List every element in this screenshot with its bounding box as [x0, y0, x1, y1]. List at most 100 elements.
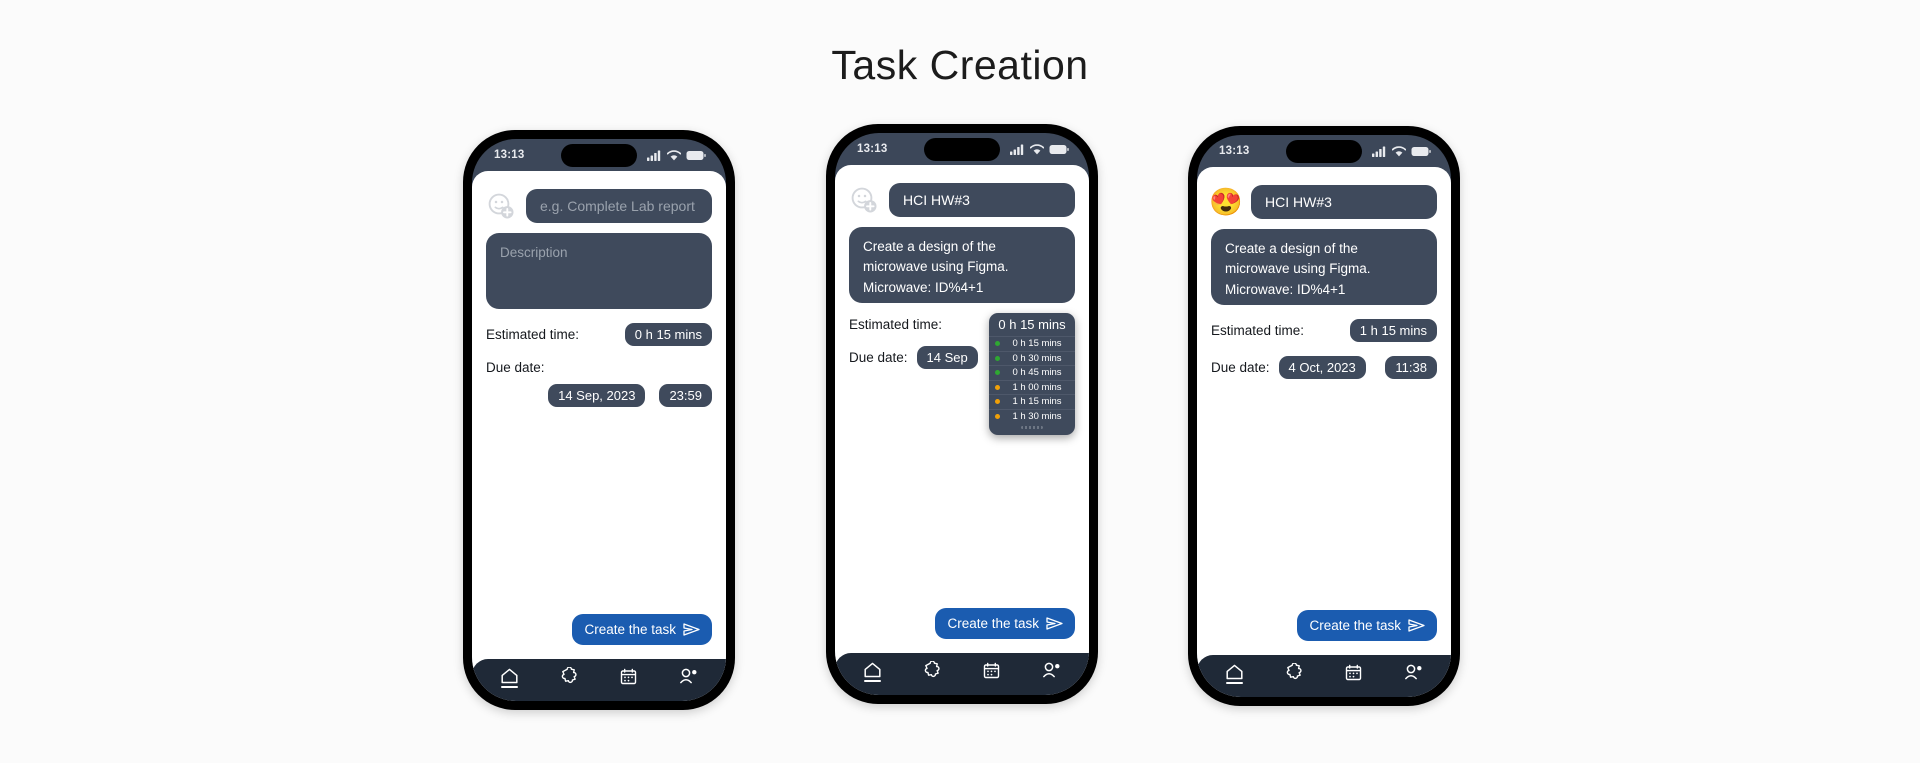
status-dot	[995, 355, 1000, 361]
estimated-time-row-2: Estimated time: 0 h 15 mins 0 h 15 mins …	[849, 313, 1075, 435]
dropdown-option-label: 0 h 15 mins	[1012, 338, 1062, 350]
dropdown-option[interactable]: 0 h 45 mins	[989, 365, 1075, 380]
due-date-chip[interactable]: 14 Sep, 2023	[548, 384, 646, 407]
selected-emoji: 😍	[1209, 186, 1243, 217]
signal-icon	[1372, 146, 1387, 157]
send-icon	[1046, 617, 1063, 630]
bottom-nav-3	[1197, 655, 1451, 697]
nav-active-indicator	[1226, 682, 1244, 684]
estimated-time-row-1: Estimated time: 0 h 15 mins	[486, 323, 712, 346]
calendar-icon	[1345, 664, 1362, 681]
nav-item-calendar[interactable]	[972, 662, 1012, 683]
screen-3: 😍 HCI HW#3 Create a design of the microw…	[1197, 167, 1451, 697]
puzzle-icon	[1285, 663, 1304, 681]
status-time: 13:13	[1219, 145, 1250, 157]
task-description-input[interactable]: Create a design of the microwave using F…	[849, 227, 1075, 303]
signal-icon	[1010, 144, 1025, 155]
add-emoji-icon[interactable]	[486, 191, 516, 221]
dropdown-option-label: 0 h 30 mins	[1012, 352, 1062, 364]
page-title: Task Creation	[831, 42, 1089, 88]
due-date-row-1: Due date:	[486, 360, 712, 375]
battery-icon	[1049, 144, 1069, 155]
due-date-chip[interactable]: 4 Oct, 2023	[1278, 356, 1366, 379]
estimated-time-chip[interactable]: 0 h 15 mins	[624, 323, 712, 346]
dropdown-option-label: 0 h 45 mins	[1012, 367, 1062, 379]
create-task-button[interactable]: Create the task	[935, 608, 1075, 639]
signal-icon	[647, 150, 662, 161]
heart-eyes-emoji[interactable]: 😍	[1209, 186, 1243, 217]
status-bar-1: 13:13	[472, 139, 726, 171]
due-date-values-1: 14 Sep, 2023 23:59	[486, 384, 712, 407]
person-icon	[1404, 664, 1423, 680]
dropdown-option[interactable]: 1 h 15 mins	[989, 394, 1075, 409]
title-row-1: e.g. Complete Lab report	[486, 189, 712, 223]
dropdown-option[interactable]: 1 h 00 mins	[989, 379, 1075, 395]
add-emoji-icon[interactable]	[849, 185, 879, 215]
bottom-nav-2	[835, 653, 1089, 695]
create-task-button[interactable]: Create the task	[572, 614, 712, 645]
calendar-icon	[983, 662, 1000, 679]
home-icon	[1225, 664, 1244, 680]
battery-icon	[686, 150, 706, 161]
dropdown-option[interactable]: 1 h 30 mins	[989, 408, 1075, 424]
due-date-label: Due date:	[1211, 360, 1270, 375]
title-row-3: 😍 HCI HW#3	[1209, 185, 1437, 219]
task-description-input[interactable]: Description	[486, 233, 712, 309]
task-description-input[interactable]: Create a design of the microwave using F…	[1211, 229, 1437, 305]
dropdown-option-label: 1 h 00 mins	[1012, 381, 1062, 393]
puzzle-icon	[923, 661, 942, 679]
estimated-time-dropdown[interactable]: 0 h 15 mins 0 h 15 mins 0 h 30 mins 0 h …	[989, 313, 1075, 435]
status-dot	[995, 413, 1000, 419]
status-time: 13:13	[494, 149, 525, 161]
status-bar-2: 13:13	[835, 133, 1089, 165]
create-task-label: Create the task	[584, 622, 676, 637]
phone-mockups-stage: 13:13 e.g. Complete Lab report Descripti…	[0, 124, 1920, 724]
dropdown-option[interactable]: 0 h 30 mins	[989, 350, 1075, 366]
dropdown-selected-value[interactable]: 0 h 15 mins	[989, 313, 1075, 336]
create-task-button[interactable]: Create the task	[1297, 610, 1437, 641]
screen-2-body: HCI HW#3 Create a design of the microwav…	[835, 165, 1089, 653]
due-date-chip[interactable]: 14 Sep	[916, 346, 978, 369]
nav-active-indicator	[501, 686, 519, 688]
nav-item-puzzle[interactable]	[549, 667, 589, 689]
person-icon	[1042, 662, 1061, 678]
status-dot	[995, 370, 1000, 376]
nav-item-home[interactable]	[853, 662, 893, 682]
due-date-label: Due date:	[486, 360, 545, 375]
estimated-time-chip[interactable]: 1 h 15 mins	[1349, 319, 1437, 342]
nav-active-indicator	[864, 680, 882, 682]
nav-item-puzzle[interactable]	[1274, 663, 1314, 685]
phone-1-body: 13:13 e.g. Complete Lab report Descripti…	[472, 139, 726, 701]
nav-item-puzzle[interactable]	[912, 661, 952, 683]
nav-item-calendar[interactable]	[1334, 664, 1374, 685]
nav-item-profile[interactable]	[1031, 662, 1071, 682]
screen-1-body: e.g. Complete Lab report Description Est…	[472, 171, 726, 659]
dynamic-island	[561, 144, 637, 167]
nav-item-profile[interactable]	[668, 668, 708, 688]
calendar-icon	[620, 668, 637, 685]
task-title-input[interactable]: e.g. Complete Lab report	[526, 189, 712, 223]
status-icons	[647, 149, 706, 161]
screen-1: e.g. Complete Lab report Description Est…	[472, 171, 726, 701]
dropdown-scroll-indicator[interactable]	[1021, 426, 1043, 429]
due-time-chip[interactable]: 23:59	[659, 384, 712, 407]
nav-item-home[interactable]	[1215, 664, 1255, 684]
status-dot	[995, 384, 1000, 390]
wifi-icon	[1392, 145, 1406, 157]
nav-item-calendar[interactable]	[609, 668, 649, 689]
wifi-icon	[1030, 143, 1044, 155]
status-bar-3: 13:13	[1197, 135, 1451, 167]
create-task-label: Create the task	[1309, 618, 1401, 633]
phone-mockup-2: 13:13 HCI HW#3 Create a design of the mi…	[826, 124, 1098, 704]
dynamic-island	[924, 138, 1000, 161]
status-dot	[995, 341, 1000, 347]
task-title-input[interactable]: HCI HW#3	[889, 183, 1075, 217]
nav-item-profile[interactable]	[1393, 664, 1433, 684]
task-title-input[interactable]: HCI HW#3	[1251, 185, 1437, 219]
dropdown-option[interactable]: 0 h 15 mins	[989, 336, 1075, 351]
dynamic-island	[1286, 140, 1362, 163]
due-time-chip[interactable]: 11:38	[1385, 356, 1437, 379]
dropdown-option-label: 1 h 30 mins	[1012, 410, 1062, 422]
puzzle-icon	[560, 667, 579, 685]
nav-item-home[interactable]	[490, 668, 530, 688]
